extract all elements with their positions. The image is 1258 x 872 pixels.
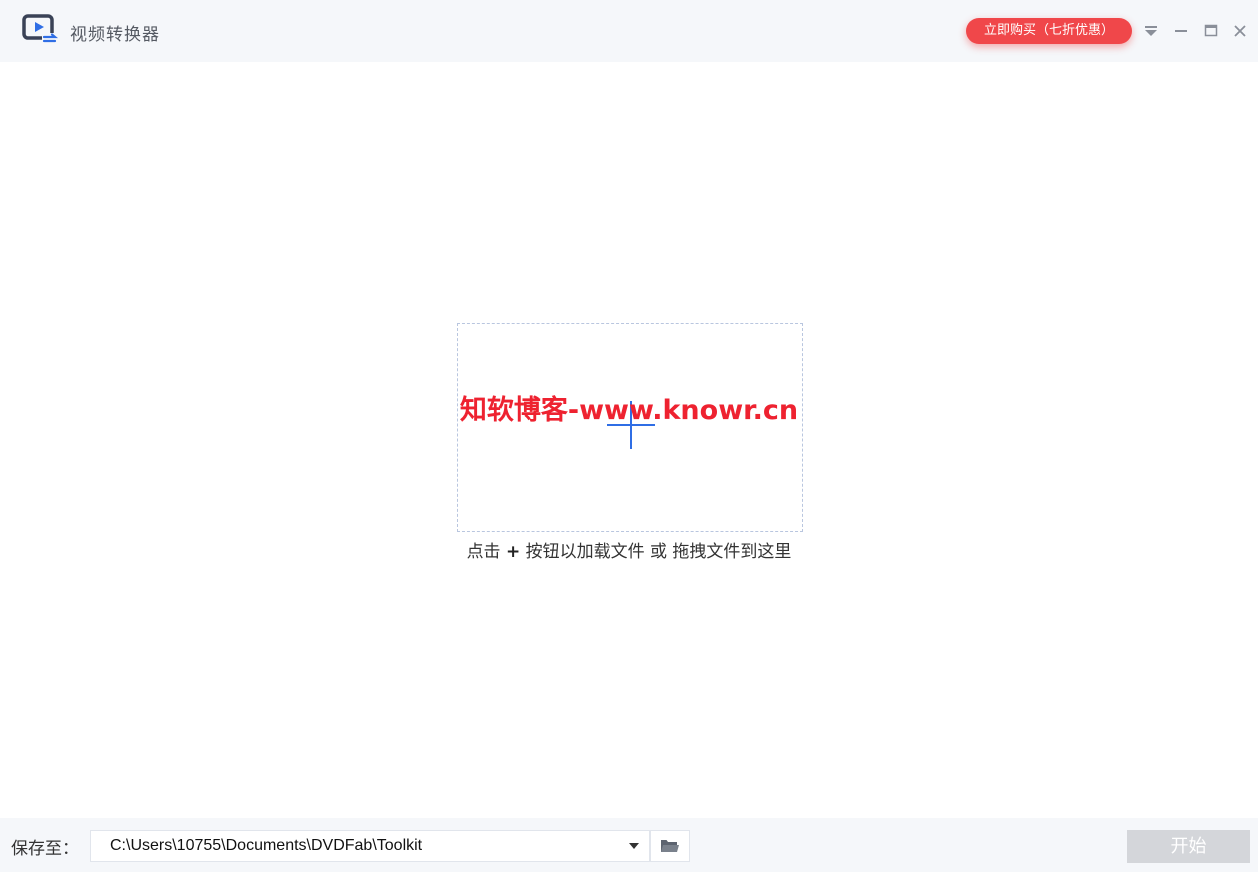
maximize-icon[interactable]	[1200, 18, 1222, 44]
drop-hint-plus: +	[505, 542, 521, 562]
close-icon[interactable]	[1229, 18, 1251, 44]
watermark-text: 知软博客-www.knowr.cn	[459, 395, 799, 426]
file-drop-zone[interactable]	[457, 323, 803, 532]
drop-hint-text: 点击 + 按钮以加载文件 或 拖拽文件到这里	[380, 537, 878, 562]
output-path-select[interactable]: C:\Users\10755\Documents\DVDFab\Toolkit	[90, 830, 650, 862]
output-path-value: C:\Users\10755\Documents\DVDFab\Toolkit	[110, 837, 423, 854]
drop-hint-suffix: 按钮以加载文件 或 拖拽文件到这里	[525, 542, 792, 562]
app-logo-icon	[22, 14, 60, 46]
drop-hint-prefix: 点击	[466, 542, 501, 562]
app-title: 视频转换器	[70, 25, 160, 45]
menu-dropdown-icon[interactable]	[1140, 18, 1162, 44]
folder-icon	[661, 840, 679, 852]
save-to-label: 保存至：	[11, 839, 79, 859]
chevron-down-icon[interactable]	[629, 843, 639, 849]
start-button[interactable]: 开始	[1127, 830, 1250, 863]
bottom-bar: 保存至： C:\Users\10755\Documents\DVDFab\Too…	[0, 818, 1258, 872]
minimize-icon[interactable]	[1170, 18, 1192, 44]
main-area: 知软博客-www.knowr.cn 点击 + 按钮以加载文件 或 拖拽文件到这里	[0, 62, 1258, 818]
buy-now-button[interactable]: 立即购买（七折优惠）	[966, 18, 1132, 44]
title-bar: 视频转换器 立即购买（七折优惠）	[0, 0, 1258, 62]
browse-folder-button[interactable]	[650, 830, 690, 862]
